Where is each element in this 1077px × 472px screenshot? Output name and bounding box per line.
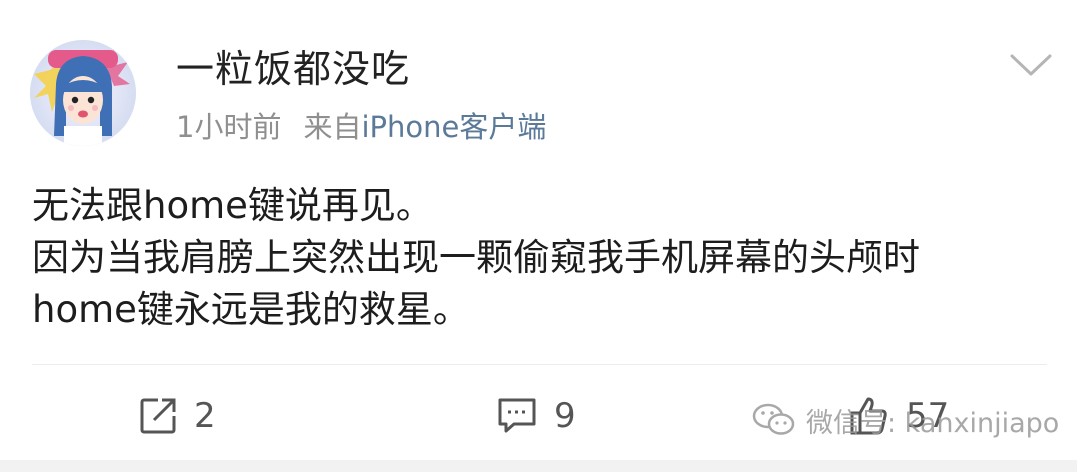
post-content: 无法跟home键说再见。 因为当我肩膀上突然出现一颗偷窥我手机屏幕的头颅时 ho…	[32, 180, 1062, 336]
comment-icon	[498, 398, 536, 433]
wechat-watermark: 微信号: kanxinjiapo	[752, 396, 1059, 444]
content-line: 无法跟home键说再见。	[32, 184, 433, 227]
forward-count: 2	[194, 396, 216, 436]
content-line: home键永远是我的救星。	[32, 288, 470, 331]
watermark-text: 微信号: kanxinjiapo	[806, 407, 1060, 439]
forward-icon	[140, 398, 176, 434]
content-line: 因为当我肩膀上突然出现一颗偷窥我手机屏幕的头颅时	[32, 236, 920, 279]
weibo-post-card: 一粒饭都没吃 1小时前 来自iPhone客户端 无法跟home键说再见。 因为当我…	[0, 0, 1077, 472]
bottom-separator	[0, 460, 1077, 472]
source-prefix: 来自	[303, 110, 362, 144]
username[interactable]: 一粒饭都没吃	[176, 44, 410, 94]
comment-button[interactable]: 9	[496, 392, 576, 440]
forward-button[interactable]: 2	[138, 392, 216, 440]
wechat-icon	[752, 403, 795, 435]
chevron-down-icon[interactable]	[1008, 50, 1054, 80]
post-time: 1小时前	[176, 110, 282, 144]
comment-count: 9	[554, 396, 576, 436]
post-meta: 1小时前 来自iPhone客户端	[176, 106, 546, 148]
user-avatar[interactable]	[30, 40, 136, 146]
divider	[32, 364, 1047, 365]
client-name[interactable]: iPhone客户端	[361, 110, 546, 144]
